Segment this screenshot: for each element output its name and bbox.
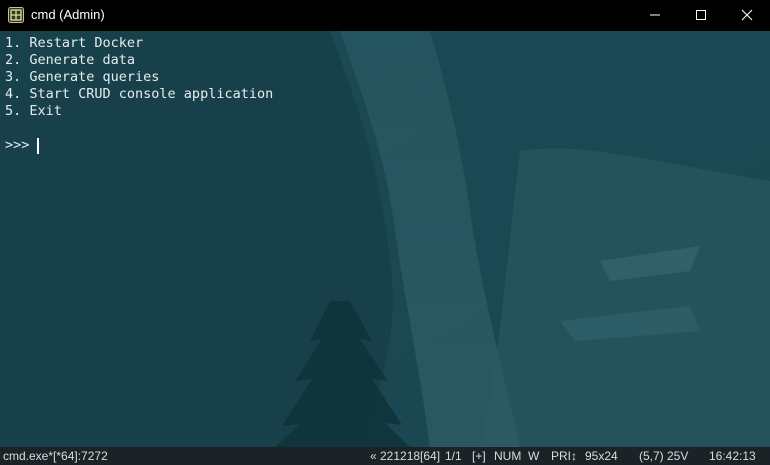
window-title: cmd (Admin) <box>31 7 105 22</box>
status-bar: cmd.exe*[*64]:7272 « 221218[64] 1/1 [+] … <box>0 447 770 465</box>
status-priority[interactable]: PRI↕ <box>551 447 577 465</box>
console-output: 1. Restart Docker 2. Generate data 3. Ge… <box>5 35 273 120</box>
status-console-size[interactable]: 95x24 <box>585 447 618 465</box>
menu-line: 1. Restart Docker <box>5 35 144 51</box>
status-time[interactable]: 16:42:13 <box>709 447 756 465</box>
console-app-icon[interactable] <box>8 7 24 23</box>
menu-line: 3. Generate queries <box>5 69 160 85</box>
minimize-button[interactable] <box>632 0 678 31</box>
maximize-button[interactable] <box>678 0 724 31</box>
status-cursor-position[interactable]: (5,7) 25V <box>639 447 688 465</box>
console-window: cmd (Admin) 1. Restart Docker 2. Generat… <box>0 0 770 465</box>
maximize-icon <box>695 6 707 25</box>
status-w[interactable]: W <box>528 447 539 465</box>
menu-line: 2. Generate data <box>5 52 136 68</box>
status-process[interactable]: cmd.exe*[*64]:7272 <box>3 447 108 465</box>
title-bar[interactable]: cmd (Admin) <box>0 0 770 31</box>
menu-line: 4. Start CRUD console application <box>5 86 274 102</box>
command-prompt[interactable]: >>> <box>5 137 38 154</box>
status-num-lock[interactable]: NUM <box>494 447 521 465</box>
status-plus[interactable]: [+] <box>472 447 486 465</box>
console-area[interactable]: 1. Restart Docker 2. Generate data 3. Ge… <box>0 31 770 447</box>
close-button[interactable] <box>724 0 770 31</box>
status-tab-index[interactable]: 1/1 <box>445 447 462 465</box>
status-console-info[interactable]: « 221218[64] <box>370 447 440 465</box>
close-icon <box>741 6 753 25</box>
menu-line: 5. Exit <box>5 103 62 119</box>
minimize-icon <box>649 6 661 25</box>
text-cursor <box>37 138 39 154</box>
